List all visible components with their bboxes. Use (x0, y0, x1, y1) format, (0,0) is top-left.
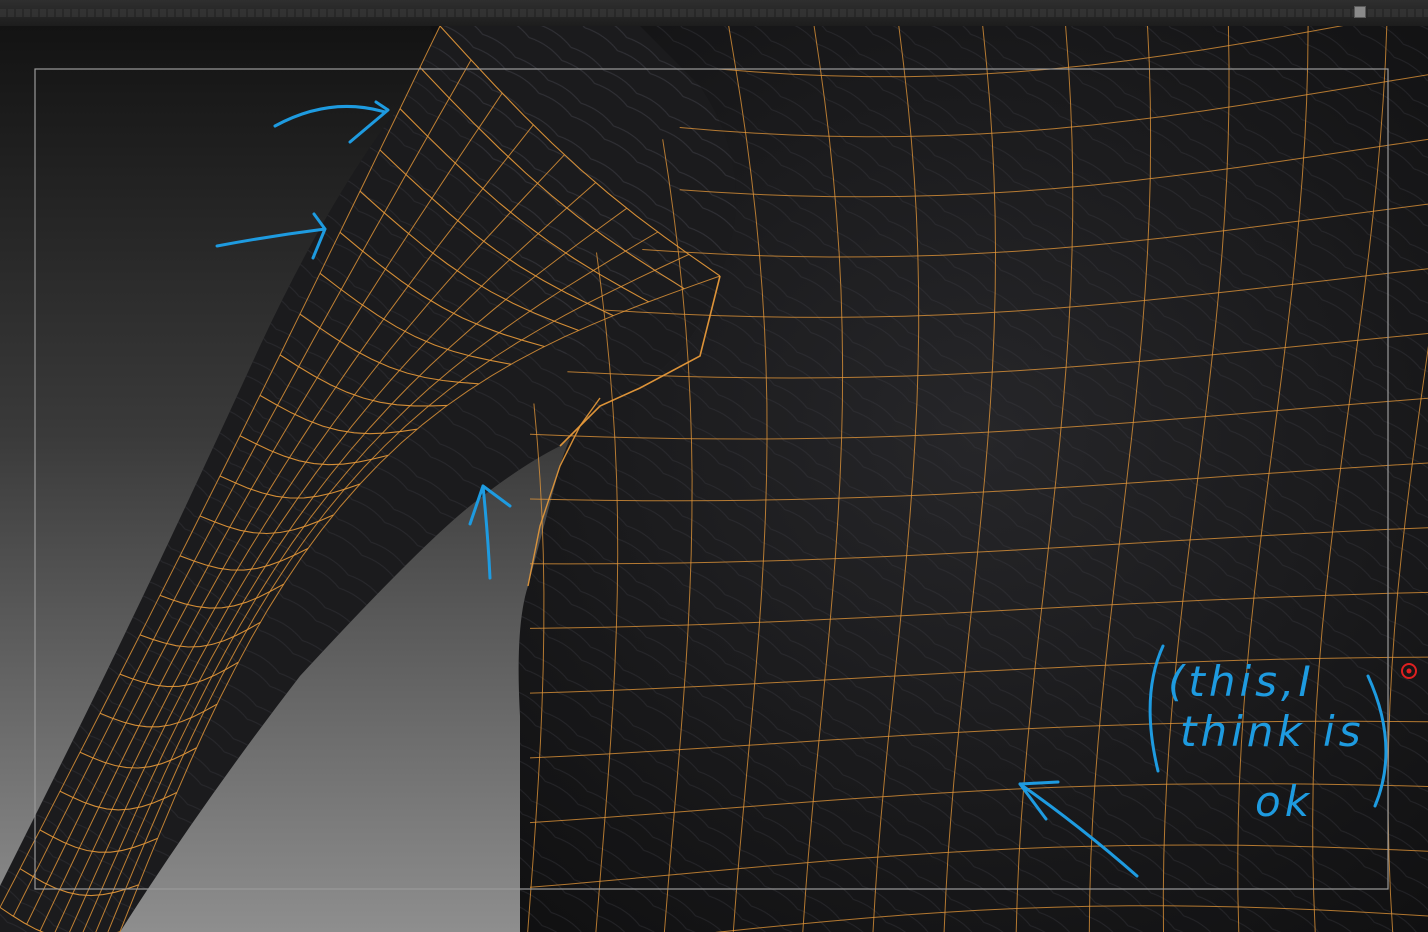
annotation-note-line3: ok (1255, 777, 1313, 826)
toolbar-strip (0, 9, 1428, 17)
app-window: (this,I think is ok (0, 0, 1428, 932)
annotation-note-line2: think is (1180, 707, 1365, 756)
top-toolbar (0, 0, 1428, 27)
annotation-note-line1: (this,I (1168, 657, 1315, 706)
scroll-handle[interactable] (1354, 6, 1366, 18)
viewport-canvas[interactable]: (this,I think is ok (0, 26, 1428, 932)
red-circle-gizmo-dot (1406, 668, 1412, 674)
3d-viewport[interactable]: (this,I think is ok (0, 26, 1428, 932)
